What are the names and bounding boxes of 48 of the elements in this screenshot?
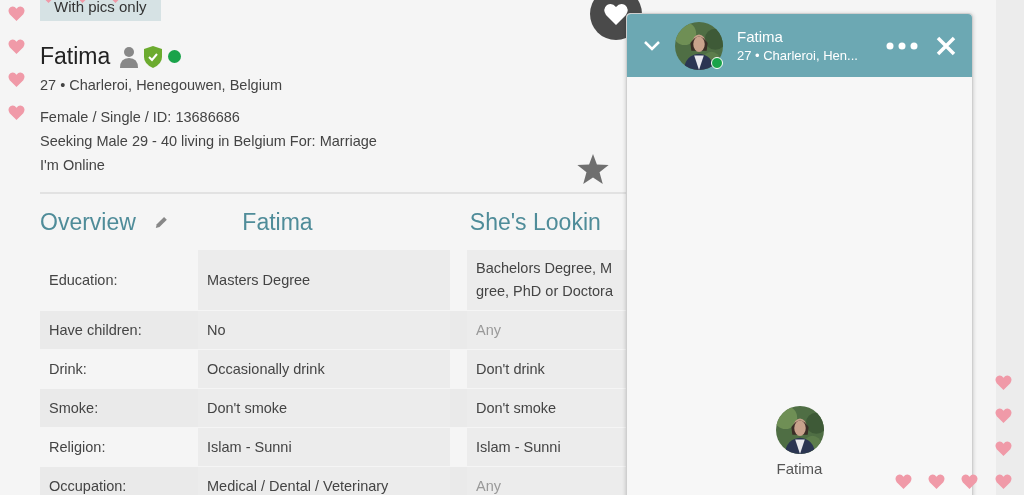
table-cell-text: Bachelors Degree, M gree, PhD or Doctora (476, 259, 613, 301)
table-cell-text: Any (476, 320, 501, 340)
heart-icon (961, 474, 978, 489)
table-cell-text: Occasionally drink (207, 359, 325, 379)
heart-icon (995, 441, 1012, 456)
row-label: Religion: (49, 437, 106, 457)
table-cell-text: Don't smoke (476, 398, 557, 418)
table-cell-text: Islam - Sunni (476, 437, 561, 457)
close-icon[interactable] (936, 35, 956, 56)
star-icon[interactable] (577, 154, 609, 184)
heart-icon (8, 6, 25, 21)
user-icon (120, 45, 139, 68)
profile-detail: Seeking Male 29 - 40 living in Belgium For: Marriage (40, 132, 377, 150)
row-label: Occupation: (49, 476, 127, 495)
heart-icon (928, 474, 945, 489)
heart-icon (995, 474, 1012, 489)
contact-name: Fatima (776, 460, 823, 477)
profile-detail: 27 • Charleroi, Henegouwen, Belgium (40, 76, 283, 94)
heart-icon (8, 72, 25, 87)
profile-detail: Female / Single / ID: 13686686 (40, 108, 240, 126)
heart-icon (995, 375, 1012, 390)
heart-icon (8, 39, 25, 54)
row-label: Drink: (49, 359, 87, 379)
chat-name: Fatima (737, 28, 784, 45)
heart-icon (895, 474, 912, 489)
pencil-icon[interactable] (153, 214, 169, 230)
heart-icon (8, 105, 25, 120)
table-cell-text: Islam - Sunni (207, 437, 292, 457)
table-cell-text: Don't drink (476, 359, 545, 379)
chevron-down-icon[interactable] (643, 39, 661, 52)
more-icon[interactable] (886, 41, 918, 50)
row-label: Smoke: (49, 398, 99, 418)
row-label: Have children: (49, 320, 142, 340)
chat-subtitle: 27 • Charleroi, Hen... (737, 48, 859, 63)
column-heading: She's Lookin (469, 208, 602, 236)
filter-chip[interactable]: With pics only (40, 0, 161, 21)
table-cell-text: Medical / Dental / Veterinary (207, 476, 389, 495)
row-label: Education: (49, 270, 118, 290)
column-heading: Fatima (241, 208, 314, 236)
section-title: Overview (40, 208, 136, 236)
heart-icon (604, 3, 628, 25)
table-cell-text: Don't smoke (207, 398, 288, 418)
table-cell-text: Masters Degree (207, 270, 311, 290)
profile-name: Fatima (40, 43, 111, 70)
table-cell-text: No (207, 320, 226, 340)
table-cell-text: Any (476, 476, 501, 495)
heart-icon (995, 408, 1012, 423)
profile-detail: I'm Online (40, 156, 105, 174)
